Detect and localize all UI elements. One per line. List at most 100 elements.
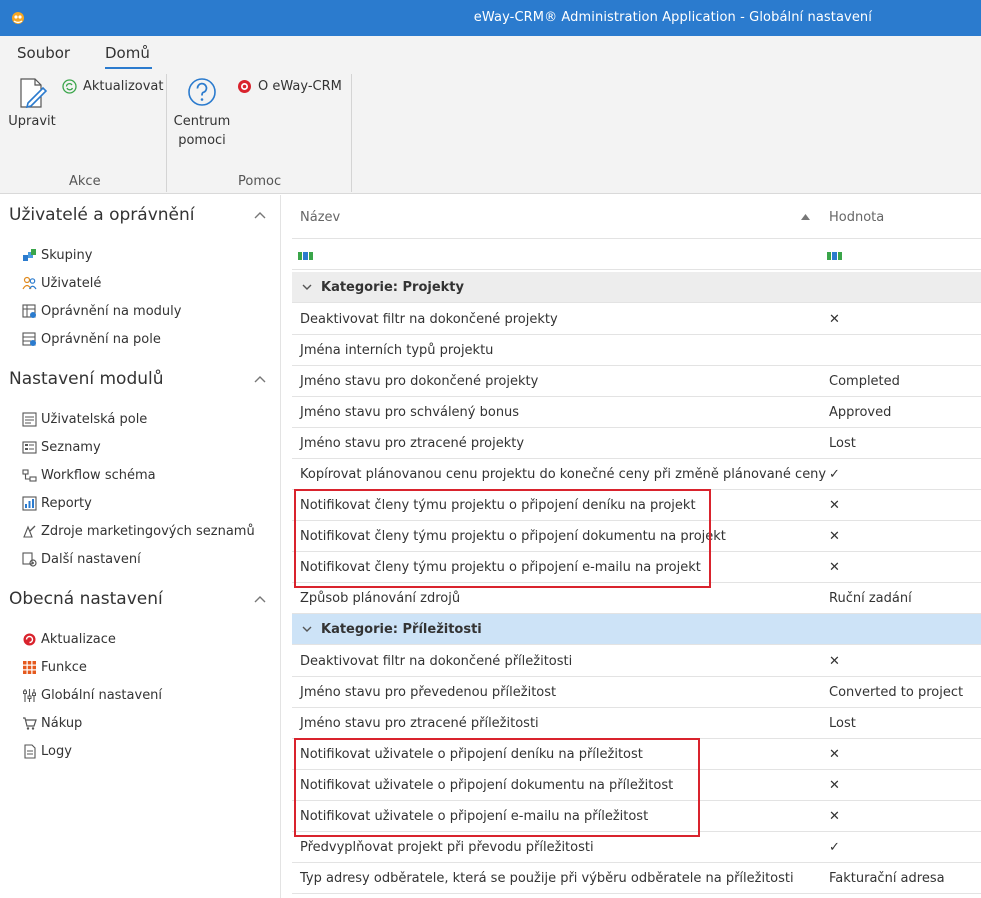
tab-domu[interactable]: Domů — [105, 44, 150, 62]
users-icon — [22, 276, 37, 289]
category-row-projekty[interactable]: Kategorie: Projekty — [292, 272, 981, 303]
module-permissions-icon — [22, 303, 36, 318]
text-filter-icon[interactable] — [827, 251, 843, 261]
features-grid-icon — [23, 660, 36, 674]
setting-name: Notifikovat členy týmu projektu o připoj… — [300, 498, 696, 513]
setting-value[interactable]: ✕ — [829, 747, 840, 762]
text-filter-icon[interactable] — [298, 251, 314, 261]
ribbon-group-separator — [351, 74, 352, 192]
column-header-value[interactable]: Hodnota — [829, 210, 884, 225]
sidebar-item-label: Workflow schéma — [41, 467, 156, 483]
sidebar-item-aktualizace[interactable]: Aktualizace — [22, 628, 116, 650]
setting-value[interactable]: Converted to project — [829, 685, 963, 700]
category-row-prilezitosti[interactable]: Kategorie: Příležitosti — [292, 614, 981, 645]
setting-value[interactable]: ✕ — [829, 809, 840, 824]
table-row[interactable]: Notifikovat uživatele o připojení deníku… — [292, 739, 981, 770]
setting-value[interactable]: Approved — [829, 405, 891, 420]
table-row[interactable]: Notifikovat členy týmu projektu o připoj… — [292, 490, 981, 521]
eway-logo-icon — [238, 80, 251, 93]
sidebar-item-seznamy[interactable]: Seznamy — [22, 436, 101, 458]
column-header-name[interactable]: Název — [300, 210, 340, 225]
setting-value[interactable]: Lost — [829, 436, 856, 451]
table-row[interactable]: Předvyplňovat projekt při převodu přílež… — [292, 832, 981, 863]
setting-value[interactable]: ✕ — [829, 498, 840, 513]
sidebar-item-dalsi-nastaveni[interactable]: Další nastavení — [22, 548, 141, 570]
cart-icon — [23, 716, 37, 730]
table-row[interactable]: Deaktivovat filtr na dokončené příležito… — [292, 646, 981, 677]
setting-value[interactable]: Completed — [829, 374, 900, 389]
section-title-general[interactable]: Obecná nastavení — [9, 589, 163, 609]
setting-name: Notifikovat členy týmu projektu o připoj… — [300, 529, 726, 544]
upravit-button[interactable]: Upravit — [8, 76, 56, 131]
centrum-label-line2: pomoci — [178, 133, 226, 148]
setting-name: Jméno stavu pro dokončené projekty — [300, 374, 539, 389]
sidebar-item-logy[interactable]: Logy — [22, 740, 72, 762]
table-row[interactable]: Notifikovat členy týmu projektu o připoj… — [292, 521, 981, 552]
setting-value[interactable]: ✕ — [829, 778, 840, 793]
setting-value[interactable]: ✓ — [829, 467, 840, 482]
setting-value[interactable]: Lost — [829, 716, 856, 731]
sidebar-item-skupiny[interactable]: Skupiny — [22, 244, 92, 266]
setting-value[interactable]: Ruční zadání — [829, 591, 912, 606]
chevron-up-icon[interactable] — [254, 595, 266, 603]
table-row[interactable]: Notifikovat uživatele o připojení dokume… — [292, 770, 981, 801]
table-row[interactable]: Kopírovat plánovanou cenu projektu do ko… — [292, 459, 981, 490]
setting-name: Deaktivovat filtr na dokončené projekty — [300, 312, 558, 327]
marketing-sources-icon — [23, 525, 36, 538]
section-title-modules[interactable]: Nastavení modulů — [9, 369, 164, 389]
table-row[interactable]: Notifikovat uživatele o připojení e-mail… — [292, 801, 981, 832]
table-row[interactable]: Jméno stavu pro dokončené projekty Comple… — [292, 366, 981, 397]
table-row[interactable]: Jméno stavu pro schválený bonus Approved — [292, 397, 981, 428]
sidebar-item-funkce[interactable]: Funkce — [22, 656, 87, 678]
tab-soubor[interactable]: Soubor — [17, 44, 70, 62]
sidebar-item-reporty[interactable]: Reporty — [22, 492, 92, 514]
sidebar-item-uzivatelska-pole[interactable]: Uživatelská pole — [22, 408, 147, 430]
category-title: Kategorie: Projekty — [321, 280, 464, 295]
setting-name: Kopírovat plánovanou cenu projektu do ko… — [300, 467, 827, 482]
table-row[interactable]: Jméno stavu pro ztracené příležitosti Los… — [292, 708, 981, 739]
filter-row — [292, 240, 981, 270]
chevron-up-icon[interactable] — [254, 211, 266, 219]
section-title-users[interactable]: Uživatelé a oprávnění — [9, 205, 195, 225]
help-icon — [188, 78, 216, 106]
sidebar-item-nakup[interactable]: Nákup — [22, 712, 82, 734]
setting-value[interactable]: ✕ — [829, 529, 840, 544]
sidebar-item-globalni-nastaveni[interactable]: Globální nastavení — [22, 684, 162, 706]
setting-value[interactable]: ✕ — [829, 560, 840, 575]
sidebar-item-label: Oprávnění na moduly — [41, 303, 182, 319]
field-permissions-icon — [22, 331, 36, 346]
setting-name: Způsob plánování zdrojů — [300, 591, 461, 606]
update-icon — [23, 633, 36, 645]
sidebar-item-label: Seznamy — [41, 439, 101, 455]
table-row[interactable]: Jméno stavu pro ztracené projekty Lost — [292, 428, 981, 459]
aktualizovat-button[interactable]: Aktualizovat — [62, 79, 163, 94]
centrum-pomoci-button[interactable]: Centrum pomoci — [172, 76, 232, 150]
setting-name: Notifikovat členy týmu projektu o připoj… — [300, 560, 701, 575]
table-row[interactable]: Způsob plánování zdrojů Ruční zadání — [292, 583, 981, 614]
sidebar-item-opravneni-moduly[interactable]: Oprávnění na moduly — [22, 300, 181, 322]
setting-name: Deaktivovat filtr na dokončené příležito… — [300, 654, 573, 669]
setting-name: Jméno stavu pro ztracené příležitosti — [300, 716, 539, 731]
category-title: Kategorie: Příležitosti — [321, 622, 482, 637]
setting-value[interactable]: ✕ — [829, 312, 840, 327]
sidebar-item-opravneni-pole[interactable]: Oprávnění na pole — [22, 328, 161, 350]
sidebar-item-workflow[interactable]: Workflow schéma — [22, 464, 156, 486]
setting-value[interactable]: ✓ — [829, 840, 840, 855]
sidebar-item-zdroje-marketingu[interactable]: Zdroje marketingových seznamů — [22, 520, 255, 542]
chevron-down-icon[interactable] — [302, 284, 312, 291]
sidebar: Uživatelé a oprávnění Skupiny Uživatelé … — [0, 195, 281, 898]
table-row[interactable]: Deaktivovat filtr na dokončené projekty ✕ — [292, 304, 981, 335]
setting-name: Jméno stavu pro ztracené projekty — [300, 436, 525, 451]
table-row[interactable]: Typ adresy odběratele, která se použije … — [292, 863, 981, 894]
table-row[interactable]: Jména interních typů projektu — [292, 335, 981, 366]
chevron-up-icon[interactable] — [254, 375, 266, 383]
sort-ascending-icon[interactable] — [801, 214, 810, 220]
table-row[interactable]: Notifikovat členy týmu projektu o připoj… — [292, 552, 981, 583]
chevron-down-icon[interactable] — [302, 626, 312, 633]
setting-value[interactable]: Fakturační adresa — [829, 871, 945, 886]
setting-value[interactable]: ✕ — [829, 654, 840, 669]
sidebar-item-uzivatele[interactable]: Uživatelé — [22, 272, 101, 294]
lists-icon — [22, 440, 37, 454]
about-eway-button[interactable]: O eWay-CRM — [237, 79, 342, 94]
table-row[interactable]: Jméno stavu pro převedenou příležitost Co… — [292, 677, 981, 708]
